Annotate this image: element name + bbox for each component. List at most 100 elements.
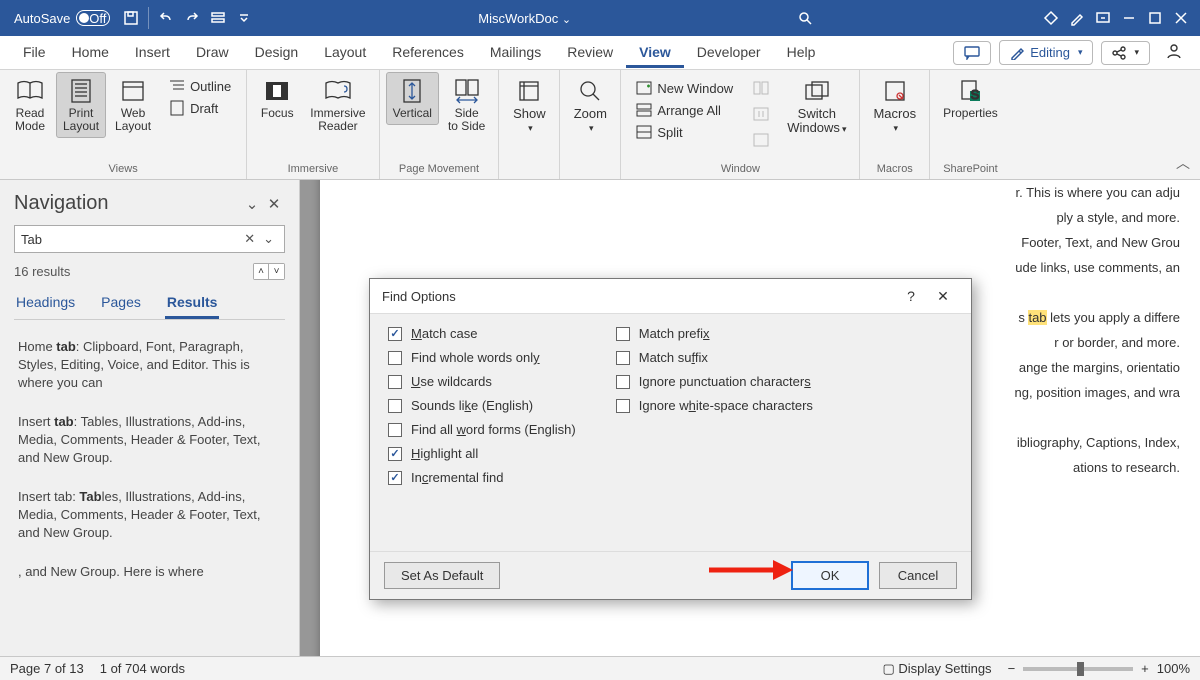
comments-button[interactable]	[953, 41, 991, 65]
outline-button[interactable]: Outline	[164, 76, 236, 96]
checkbox-icon[interactable]	[388, 399, 402, 413]
vertical-button[interactable]: Vertical	[386, 72, 439, 125]
result-item[interactable]: , and New Group. Here is where	[14, 553, 285, 592]
split-button[interactable]: Split	[631, 122, 738, 142]
search-field[interactable]	[21, 232, 240, 247]
read-mode-button[interactable]: ReadMode	[6, 72, 54, 138]
collapse-ribbon-icon[interactable]: ︿	[1176, 153, 1190, 173]
ok-button[interactable]: OK	[791, 561, 869, 590]
word-count[interactable]: 1 of 704 words	[100, 661, 185, 676]
checkbox-option[interactable]: Match suffix	[616, 350, 813, 365]
checkbox-icon[interactable]	[616, 375, 630, 389]
tab-design[interactable]: Design	[242, 37, 312, 68]
checkbox-option[interactable]: Ignore white-space characters	[616, 398, 813, 413]
result-stepper[interactable]: ˄˅	[253, 263, 285, 280]
nav-search-input[interactable]: ✕ ⌄	[14, 225, 285, 253]
checkbox-option[interactable]: Find all word forms (English)	[388, 422, 576, 437]
tab-insert[interactable]: Insert	[122, 37, 183, 68]
tab-help[interactable]: Help	[774, 37, 829, 68]
cancel-button[interactable]: Cancel	[879, 562, 957, 589]
checkbox-icon[interactable]	[616, 399, 630, 413]
set-default-button[interactable]: Set As Default	[384, 562, 500, 589]
nav-dropdown-icon[interactable]: ⌄	[241, 193, 263, 215]
arrange-all-button[interactable]: Arrange All	[631, 100, 738, 120]
web-layout-button[interactable]: WebLayout	[108, 72, 158, 138]
checkbox-icon[interactable]	[388, 471, 402, 485]
checkbox-option[interactable]: Match prefix	[616, 326, 813, 341]
switch-windows-button[interactable]: SwitchWindows▾	[780, 72, 853, 141]
checkbox-icon[interactable]	[388, 423, 402, 437]
qat-dropdown-icon[interactable]	[231, 4, 257, 32]
zoom-controls[interactable]: − + 100%	[1008, 661, 1190, 676]
result-item[interactable]: Insert tab: Tables, Illustrations, Add-i…	[14, 478, 285, 553]
show-dropdown[interactable]: Show▾	[505, 72, 553, 140]
share-button[interactable]: ▾	[1101, 41, 1150, 65]
checkbox-icon[interactable]	[388, 375, 402, 389]
print-layout-button[interactable]: PrintLayout	[56, 72, 106, 138]
search-dropdown-icon[interactable]: ⌄	[259, 231, 278, 247]
result-item[interactable]: Home tab: Clipboard, Font, Paragraph, St…	[14, 328, 285, 403]
close-icon[interactable]	[1168, 4, 1194, 32]
checkbox-icon[interactable]	[388, 351, 402, 365]
nav-tab-results[interactable]: Results	[165, 288, 220, 319]
side-to-side-button[interactable]: Sideto Side	[441, 72, 492, 138]
checkbox-option[interactable]: Incremental find	[388, 470, 576, 485]
pen-icon[interactable]	[1064, 4, 1090, 32]
undo-icon[interactable]	[153, 4, 179, 32]
clear-search-icon[interactable]: ✕	[240, 231, 259, 247]
save-icon[interactable]	[118, 4, 144, 32]
checkbox-option[interactable]: Sounds like (English)	[388, 398, 576, 413]
redo-icon[interactable]	[179, 4, 205, 32]
checkbox-icon[interactable]	[616, 327, 630, 341]
next-result-icon[interactable]: ˅	[269, 264, 284, 279]
tab-references[interactable]: References	[379, 37, 477, 68]
immersive-reader-button[interactable]: ImmersiveReader	[303, 72, 372, 138]
display-settings[interactable]: ▢ Display Settings	[882, 661, 991, 677]
checkbox-icon[interactable]	[388, 327, 402, 341]
tab-file[interactable]: File	[10, 37, 59, 68]
customize-icon[interactable]	[205, 4, 231, 32]
tab-view[interactable]: View	[626, 37, 684, 68]
maximize-icon[interactable]	[1142, 4, 1168, 32]
zoom-level[interactable]: 100%	[1157, 661, 1190, 676]
dialog-help-icon[interactable]: ?	[895, 280, 927, 312]
tab-layout[interactable]: Layout	[311, 37, 379, 68]
nav-tab-pages[interactable]: Pages	[99, 288, 143, 319]
result-item[interactable]: Insert tab: Tables, Illustrations, Add-i…	[14, 403, 285, 478]
page-indicator[interactable]: Page 7 of 13	[10, 661, 84, 676]
tab-home[interactable]: Home	[59, 37, 122, 68]
autosave-toggle[interactable]: AutoSave Off	[6, 10, 118, 26]
document-title[interactable]: MiscWorkDoc ⌄	[257, 11, 792, 26]
checkbox-option[interactable]: Match case	[388, 326, 576, 341]
minimize-icon[interactable]	[1116, 4, 1142, 32]
zoom-button[interactable]: Zoom▾	[566, 72, 614, 140]
new-window-button[interactable]: New Window	[631, 78, 738, 98]
nav-tab-headings[interactable]: Headings	[14, 288, 77, 319]
editing-mode-button[interactable]: Editing▾	[999, 40, 1093, 65]
zoom-in-icon[interactable]: +	[1141, 661, 1149, 676]
zoom-slider[interactable]	[1023, 667, 1133, 671]
zoom-out-icon[interactable]: −	[1008, 661, 1016, 676]
tab-draw[interactable]: Draw	[183, 37, 242, 68]
tab-review[interactable]: Review	[554, 37, 626, 68]
checkbox-option[interactable]: Find whole words only	[388, 350, 576, 365]
draft-button[interactable]: Draft	[164, 98, 236, 118]
checkbox-icon[interactable]	[616, 351, 630, 365]
search-icon[interactable]	[792, 4, 818, 32]
account-icon[interactable]	[1158, 41, 1190, 64]
checkbox-icon[interactable]	[388, 447, 402, 461]
dialog-close-icon[interactable]: ✕	[927, 280, 959, 312]
checkbox-option[interactable]: Use wildcards	[388, 374, 576, 389]
macros-button[interactable]: Macros▾	[866, 72, 923, 140]
checkbox-option[interactable]: Ignore punctuation characters	[616, 374, 813, 389]
toggle-off-icon[interactable]: Off	[76, 10, 110, 26]
diamond-icon[interactable]	[1038, 4, 1064, 32]
tab-developer[interactable]: Developer	[684, 37, 774, 68]
prev-result-icon[interactable]: ˄	[254, 264, 269, 279]
focus-button[interactable]: Focus	[253, 72, 301, 125]
tab-mailings[interactable]: Mailings	[477, 37, 554, 68]
present-icon[interactable]	[1090, 4, 1116, 32]
checkbox-option[interactable]: Highlight all	[388, 446, 576, 461]
nav-close-icon[interactable]: ✕	[263, 193, 285, 215]
properties-button[interactable]: SProperties	[936, 72, 1005, 125]
